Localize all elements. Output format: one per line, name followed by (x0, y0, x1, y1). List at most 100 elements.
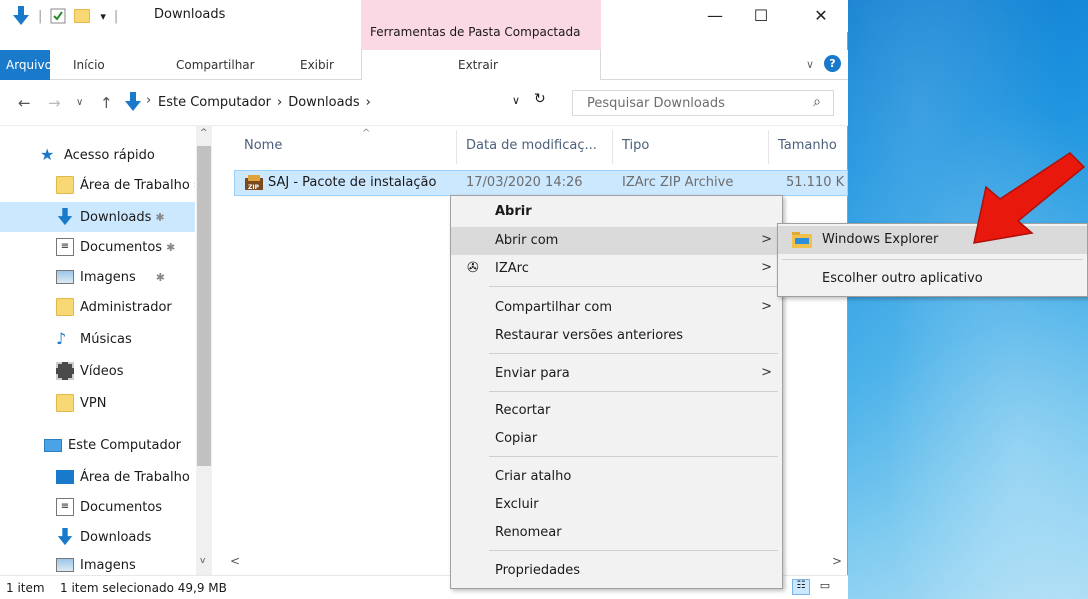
menu-item-abrir-com[interactable]: Abrir com > (451, 227, 782, 255)
tab-exibir[interactable]: Exibir (300, 58, 334, 72)
properties-check-icon[interactable] (50, 8, 66, 24)
submenu-arrow-icon: > (761, 299, 772, 314)
music-icon: ♪ (56, 329, 67, 348)
details-view-icon[interactable]: ☷ (792, 579, 810, 595)
back-arrow-icon[interactable]: ← (18, 94, 31, 112)
column-header-data[interactable]: Data de modificaç... (466, 138, 597, 153)
nav-item-acesso-rapido[interactable]: ★ Acesso rápido (0, 140, 195, 170)
menu-item-propriedades[interactable]: Propriedades (451, 557, 782, 585)
submenu-arrow-icon: > (761, 260, 772, 275)
nav-item-videos[interactable]: Vídeos (0, 356, 195, 386)
menu-item-copiar[interactable]: Copiar (451, 425, 782, 453)
nav-item-imagens[interactable]: Imagens ✱ (0, 262, 195, 292)
column-divider[interactable] (768, 130, 769, 164)
nav-item-label: Documentos (80, 499, 163, 515)
minimize-button[interactable]: — (700, 6, 730, 26)
nav-item-documentos-pc[interactable]: ≡ Documentos (0, 492, 195, 522)
refresh-icon[interactable]: ↻ (534, 91, 546, 107)
menu-item-excluir[interactable]: Excluir (451, 491, 782, 519)
scroll-down-icon[interactable]: v (200, 556, 205, 566)
file-name[interactable]: SAJ - Pacote de instalação (268, 175, 436, 190)
column-divider[interactable] (612, 130, 613, 164)
folder-icon (56, 394, 74, 412)
menu-item-label: Escolher outro aplicativo (822, 271, 983, 286)
file-size: 51.110 K (786, 175, 845, 190)
tab-compartilhar[interactable]: Compartilhar (176, 58, 255, 72)
tab-inicio[interactable]: Início (73, 58, 105, 72)
nav-item-vpn[interactable]: VPN (0, 388, 195, 418)
menu-item-label: IZArc (495, 261, 529, 276)
nav-item-imagens-pc[interactable]: Imagens (0, 554, 195, 576)
menu-item-label: Windows Explorer (822, 232, 939, 247)
menu-item-recortar[interactable]: Recortar (451, 397, 782, 425)
pin-icon: ✱ (166, 240, 176, 254)
customize-toolbar-icon[interactable]: ▾ (100, 10, 106, 23)
nav-item-label: Acesso rápido (64, 147, 155, 163)
search-icon: ⌕ (813, 94, 821, 110)
nav-item-este-computador[interactable]: Este Computador (0, 430, 195, 460)
downloads-location-icon (125, 92, 141, 111)
nav-item-label: Imagens (80, 557, 136, 573)
nav-item-label: Documentos (80, 239, 163, 255)
breadcrumb-chevron-icon[interactable]: › (146, 93, 151, 108)
svg-text:ZIP: ZIP (248, 184, 260, 191)
menu-item-criar-atalho[interactable]: Criar atalho (451, 463, 782, 491)
large-icons-view-icon[interactable]: ▭ (816, 579, 834, 595)
column-header-tamanho[interactable]: Tamanho (778, 138, 837, 153)
scroll-up-icon[interactable]: ^ (200, 128, 208, 138)
download-icon (57, 528, 73, 546)
izarc-icon: ✇ (467, 260, 479, 276)
recent-locations-icon[interactable]: ∨ (76, 97, 83, 108)
menu-item-abrir[interactable]: Abrir (451, 198, 782, 226)
file-date: 17/03/2020 14:26 (466, 175, 583, 190)
breadcrumb-item-downloads[interactable]: Downloads (288, 95, 359, 110)
menu-item-label: Abrir com (495, 233, 559, 248)
nav-item-downloads-pc[interactable]: Downloads (0, 522, 195, 552)
nav-item-area-de-trabalho[interactable]: Área de Trabalho ✱ (0, 170, 195, 200)
menu-item-izarc[interactable]: ✇ IZArc > (451, 255, 782, 283)
nav-scrollbar-thumb[interactable] (197, 146, 211, 466)
up-arrow-icon[interactable]: ↑ (100, 94, 113, 112)
breadcrumb-chevron-icon: › (365, 94, 371, 110)
forward-arrow-icon[interactable]: → (48, 94, 61, 112)
submenu-arrow-icon: > (761, 365, 772, 380)
address-history-icon[interactable]: ∨ (512, 94, 520, 107)
tab-arquivo[interactable]: Arquivo (0, 50, 52, 80)
scroll-right-icon[interactable]: > (832, 554, 842, 568)
menu-separator (489, 353, 778, 354)
column-header-nome[interactable]: Nome (244, 138, 282, 153)
column-divider[interactable] (456, 130, 457, 164)
submenu-item-escolher-outro[interactable]: Escolher outro aplicativo (778, 265, 1087, 293)
menu-separator (489, 391, 778, 392)
folder-icon (56, 176, 74, 194)
nav-item-label: VPN (80, 395, 107, 411)
navigation-pane: ★ Acesso rápido Área de Trabalho ✱ Downl… (0, 126, 212, 579)
breadcrumb[interactable]: Este Computador › Downloads › (158, 90, 558, 114)
scroll-left-icon[interactable]: < (230, 554, 240, 568)
download-arrow-icon[interactable] (12, 6, 30, 26)
quick-access-toolbar: | ▾ | (12, 6, 118, 26)
help-icon[interactable]: ? (824, 55, 841, 72)
tab-extrair[interactable]: Extrair (361, 50, 601, 80)
search-input[interactable]: Pesquisar Downloads ⌕ (572, 90, 834, 116)
nav-item-label: Este Computador (68, 437, 182, 453)
new-folder-icon[interactable] (74, 9, 91, 23)
close-button[interactable]: ✕ (806, 6, 836, 26)
maximize-button[interactable]: ☐ (746, 6, 776, 26)
menu-item-compartilhar-com[interactable]: Compartilhar com > (451, 294, 782, 322)
menu-separator (782, 259, 1083, 260)
nav-scrollbar[interactable]: ^ v (196, 126, 212, 576)
menu-item-restaurar-versoes[interactable]: Restaurar versões anteriores (451, 322, 782, 350)
nav-item-downloads[interactable]: Downloads ✱ (0, 202, 195, 232)
nav-item-documentos[interactable]: ≡ Documentos ✱ (0, 232, 195, 262)
column-header-tipo[interactable]: Tipo (622, 138, 649, 153)
breadcrumb-chevron-icon: › (277, 94, 283, 110)
nav-item-area-de-trabalho-pc[interactable]: Área de Trabalho (0, 462, 195, 492)
menu-item-renomear[interactable]: Renomear (451, 519, 782, 547)
nav-item-administrador[interactable]: Administrador (0, 292, 195, 322)
ribbon-expand-icon[interactable]: ∨ (806, 58, 814, 71)
nav-item-musicas[interactable]: ♪ Músicas (0, 324, 195, 354)
breadcrumb-item-computer[interactable]: Este Computador (158, 95, 271, 110)
menu-item-enviar-para[interactable]: Enviar para > (451, 360, 782, 388)
menu-item-label: Criar atalho (495, 469, 572, 484)
